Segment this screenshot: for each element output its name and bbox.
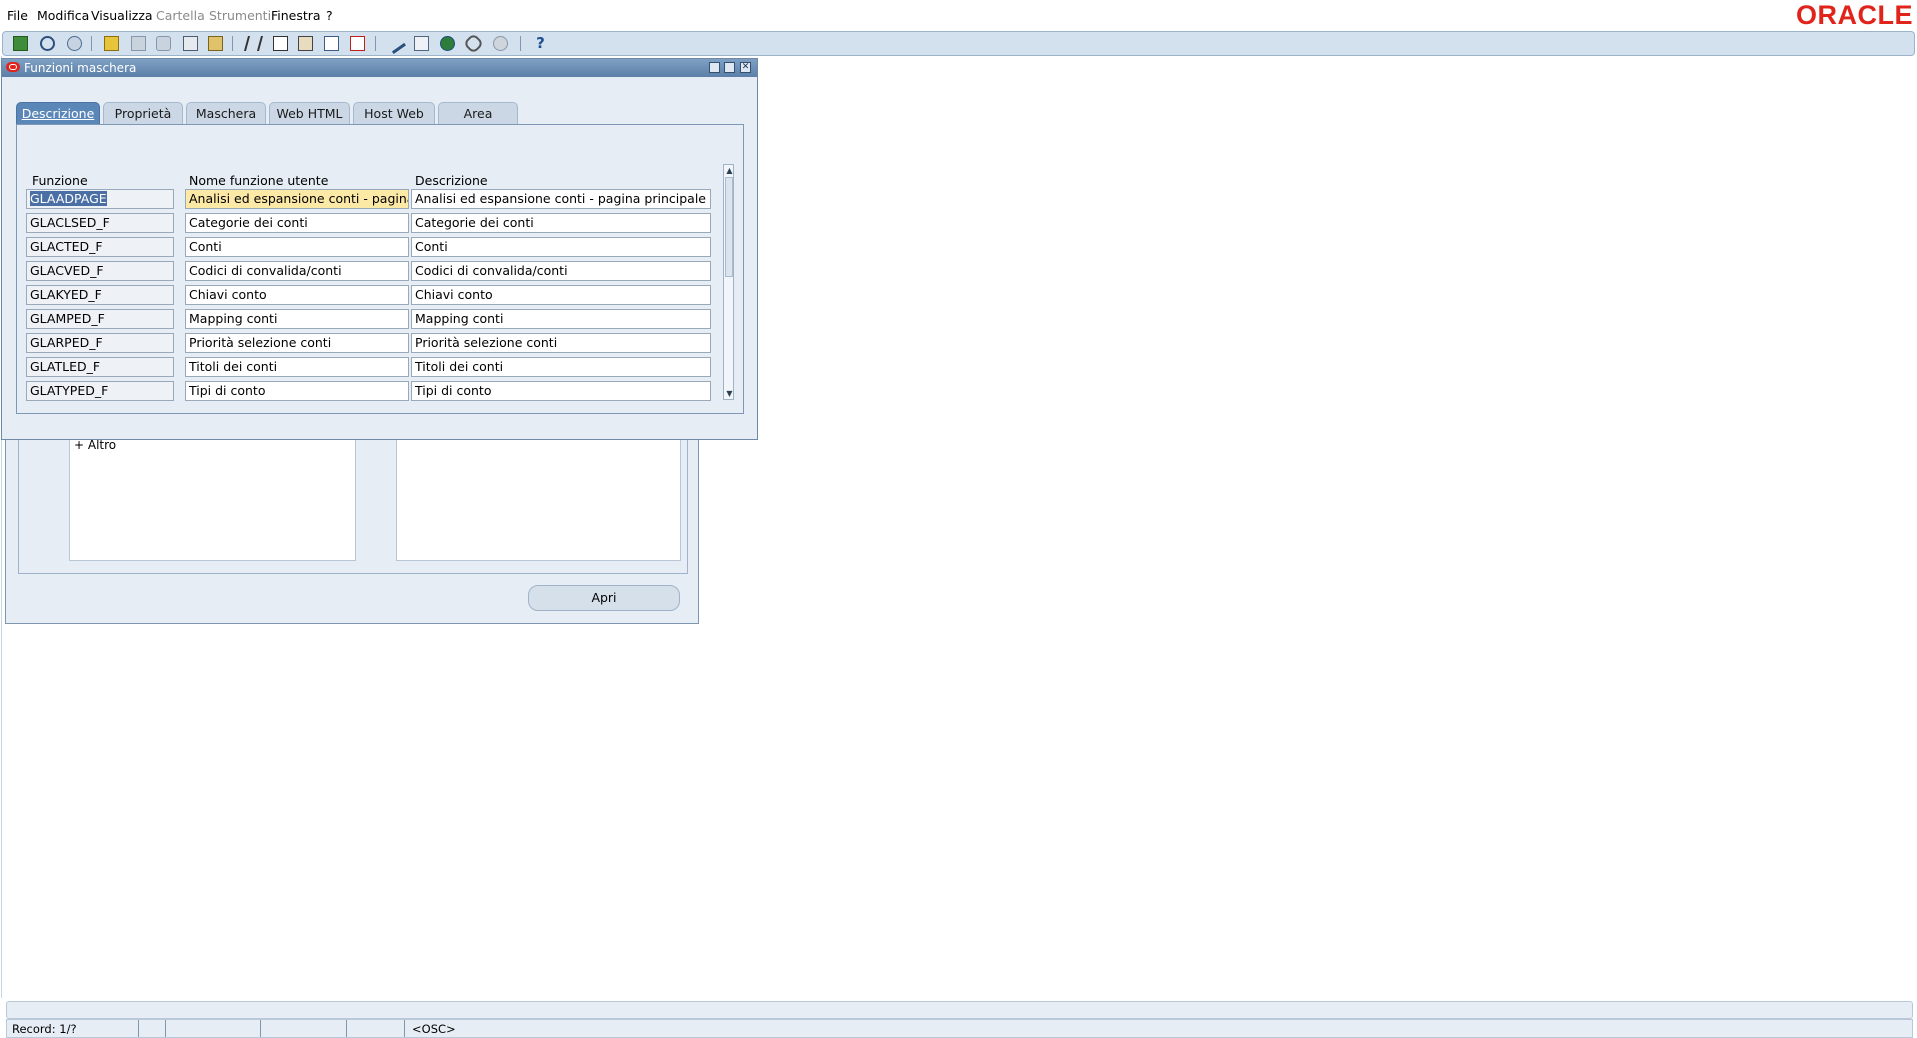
help-icon[interactable]: ? <box>533 36 548 51</box>
function-code-field[interactable]: GLATYPED_F <box>26 381 174 401</box>
user-function-name-field[interactable]: Tipi di conto <box>185 381 409 401</box>
function-code-field[interactable]: GLACLSED_F <box>26 213 174 233</box>
function-code-field[interactable]: GLAKYED_F <box>26 285 174 305</box>
top-ten-list[interactable] <box>396 431 681 561</box>
toolbar: ? <box>2 31 1915 56</box>
window-titlebar[interactable]: Funzioni maschera ✕ <box>2 59 757 77</box>
description-field[interactable]: Tipi di conto <box>411 381 711 401</box>
functions-list[interactable]: + Altro <box>69 431 356 561</box>
toolbar-separator <box>91 36 92 51</box>
navigator-icon[interactable] <box>67 36 82 51</box>
user-function-name-field[interactable]: Codici di convalida/conti <box>185 261 409 281</box>
translations-icon[interactable] <box>440 36 455 51</box>
description-field[interactable]: Priorità selezione conti <box>411 333 711 353</box>
toolbar-separator <box>232 36 233 51</box>
description-field[interactable]: Categorie dei conti <box>411 213 711 233</box>
column-header-funzione: Funzione <box>32 173 88 188</box>
description-field[interactable]: Codici di convalida/conti <box>411 261 711 281</box>
user-function-name-field[interactable]: Mapping conti <box>185 309 409 329</box>
function-code-field[interactable]: GLACVED_F <box>26 261 174 281</box>
status-segment <box>261 1020 347 1037</box>
print-icon[interactable] <box>156 36 171 51</box>
list-item[interactable]: + Altro <box>74 438 116 452</box>
description-field[interactable]: Analisi ed espansione conti - pagina pri… <box>411 189 711 209</box>
scroll-up-icon[interactable]: ▲ <box>725 166 734 175</box>
toolbar-separator <box>520 36 521 51</box>
function-code-field[interactable]: GLAMPED_F <box>26 309 174 329</box>
tab-web-html[interactable]: Web HTML <box>269 102 350 124</box>
maximize-icon[interactable] <box>724 62 735 73</box>
status-segment: Record: 1/? <box>7 1020 139 1037</box>
form-functions-window: Funzioni maschera ✕ Descrizione Propriet… <box>1 58 758 440</box>
new-icon[interactable] <box>13 36 28 51</box>
menu-bar: File Modifica Visualizza Cartella Strume… <box>0 0 1917 30</box>
tab-proprieta[interactable]: Proprietà <box>103 102 183 124</box>
description-field[interactable]: Conti <box>411 237 711 257</box>
function-code-field[interactable]: GLARPED_F <box>26 333 174 353</box>
tab-area[interactable]: Area <box>438 102 518 124</box>
column-header-nome-funzione-utente: Nome funzione utente <box>189 173 329 188</box>
function-code-field[interactable]: GLACTED_F <box>26 237 174 257</box>
paste-icon[interactable] <box>298 36 313 51</box>
toolbar-separator <box>375 36 376 51</box>
column-header-descrizione: Descrizione <box>415 173 488 188</box>
open-button[interactable]: Apri <box>528 585 680 611</box>
status-segment <box>166 1020 261 1037</box>
tab-host-web[interactable]: Host Web <box>353 102 435 124</box>
record-indicator: Record: 1/? <box>12 1022 77 1036</box>
scroll-thumb[interactable] <box>725 177 733 277</box>
status-segment <box>139 1020 166 1037</box>
close-form-icon[interactable] <box>183 36 198 51</box>
description-field[interactable]: Chiavi conto <box>411 285 711 305</box>
menu-help[interactable]: ? <box>326 8 333 23</box>
delete-record-icon[interactable] <box>350 36 365 51</box>
menu-visualizza[interactable]: Visualizza <box>91 8 153 23</box>
save-icon[interactable] <box>131 36 146 51</box>
menu-modifica[interactable]: Modifica <box>37 8 89 23</box>
description-field[interactable]: Mapping conti <box>411 309 711 329</box>
edit-field-icon[interactable] <box>385 33 406 54</box>
user-function-name-field[interactable]: Conti <box>185 237 409 257</box>
status-segment <box>347 1020 405 1037</box>
copy-icon[interactable] <box>273 36 288 51</box>
attachments-icon[interactable] <box>462 32 485 55</box>
mode-indicator: <OSC> <box>412 1022 456 1036</box>
user-function-name-field[interactable]: Chiavi conto <box>185 285 409 305</box>
user-function-name-field[interactable]: Analisi ed espansione conti - pagina pri… <box>185 189 409 209</box>
user-function-name-field[interactable]: Titoli dei conti <box>185 357 409 377</box>
scroll-down-icon[interactable]: ▼ <box>725 389 734 398</box>
zoom-icon[interactable] <box>414 36 429 51</box>
minimize-icon[interactable] <box>709 62 720 73</box>
oracle-logo: ORACLE <box>1796 0 1913 30</box>
find-icon[interactable] <box>40 36 55 51</box>
status-message-bar <box>6 1001 1913 1019</box>
tab-maschera[interactable]: Maschera <box>186 102 266 124</box>
user-function-name-field[interactable]: Priorità selezione conti <box>185 333 409 353</box>
function-code-field[interactable]: GLAADPAGE <box>26 189 174 209</box>
folder-tools-icon[interactable] <box>493 36 508 51</box>
menu-strumenti[interactable]: Strumenti <box>209 8 271 23</box>
description-field[interactable]: Titoli dei conti <box>411 357 711 377</box>
menu-finestra[interactable]: Finestra <box>271 8 321 23</box>
tab-descrizione[interactable]: Descrizione <box>16 102 100 124</box>
folder-nav-icon[interactable] <box>208 36 223 51</box>
menu-file[interactable]: File <box>7 8 28 23</box>
close-icon[interactable]: ✕ <box>740 62 751 73</box>
function-code-field[interactable]: GLATLED_F <box>26 357 174 377</box>
oracle-window-icon <box>6 62 20 72</box>
user-function-name-field[interactable]: Categorie dei conti <box>185 213 409 233</box>
window-title: Funzioni maschera <box>24 61 137 75</box>
new-record-icon[interactable] <box>324 36 339 51</box>
menu-cartella[interactable]: Cartella <box>156 8 205 23</box>
vertical-scrollbar[interactable]: ▲ ▼ <box>723 164 734 400</box>
open-folder-icon[interactable] <box>104 36 119 51</box>
status-bar: Record: 1/? <OSC> <box>6 1019 1913 1038</box>
cut-icon[interactable] <box>243 36 264 51</box>
